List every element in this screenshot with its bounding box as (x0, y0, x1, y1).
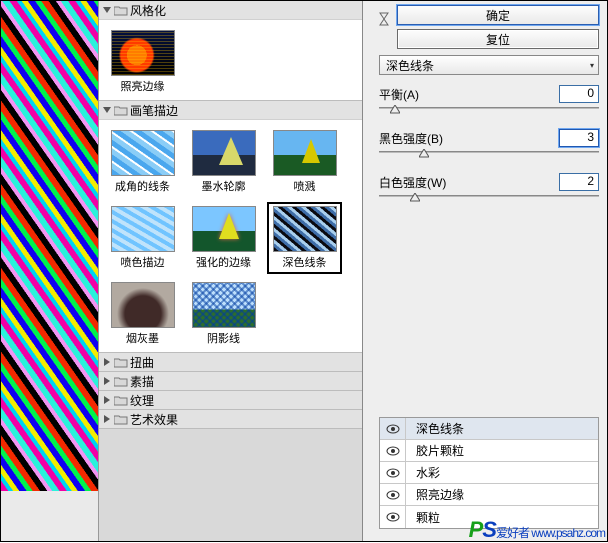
thumb-dark-strokes[interactable]: 深色线条 (267, 202, 342, 274)
eye-icon (386, 490, 400, 500)
slider-handle-icon (390, 105, 400, 115)
layer-name: 深色线条 (406, 420, 464, 437)
slider-black-intensity: 黑色强度(B) 3 (379, 129, 599, 163)
category-header-brush[interactable]: 画笔描边 (99, 101, 362, 119)
eye-icon (386, 446, 400, 456)
category-header-artistic[interactable]: 艺术效果 (99, 410, 362, 428)
category-header-sketch[interactable]: 素描 (99, 372, 362, 390)
thumb-label: 照亮边缘 (121, 78, 165, 94)
category-header-stylize[interactable]: 风格化 (99, 1, 362, 19)
folder-icon (114, 414, 128, 425)
effect-layers: 深色线条 胶片颗粒 水彩 照亮边缘 颗粒 (379, 417, 599, 529)
category-stylize: 风格化 照亮边缘 (99, 1, 362, 101)
chevron-right-icon (103, 396, 112, 405)
balance-input[interactable]: 0 (559, 85, 599, 103)
visibility-toggle[interactable] (380, 484, 406, 505)
chevron-right-icon (103, 377, 112, 386)
black-track[interactable] (379, 149, 599, 163)
slider-white-intensity: 白色强度(W) 2 (379, 173, 599, 207)
thumb-ink-outlines[interactable]: 墨水轮廓 (186, 126, 261, 198)
thumb-angled-strokes[interactable]: 成角的线条 (105, 126, 180, 198)
eye-icon (386, 424, 400, 434)
reset-button[interactable]: 复位 (397, 29, 599, 49)
ok-button[interactable]: 确定 (397, 5, 599, 25)
chevron-right-icon (103, 358, 112, 367)
chevron-down-icon (103, 6, 112, 15)
filter-gallery: 风格化 照亮边缘 画笔描边 成角的线条 墨水轮廓 喷溅 喷色描边 强化的边缘 (99, 1, 363, 541)
black-intensity-input[interactable]: 3 (559, 129, 599, 147)
category-brush-strokes: 画笔描边 成角的线条 墨水轮廓 喷溅 喷色描边 强化的边缘 深色线条 烟灰墨 阴… (99, 101, 362, 353)
visibility-toggle[interactable] (380, 440, 406, 461)
options-panel: 确定 复位 深色线条 ▾ 平衡(A) 0 黑色强度(B) 3 (375, 1, 607, 541)
chevron-right-icon (103, 415, 112, 424)
folder-icon (114, 105, 128, 116)
folder-icon (114, 395, 128, 406)
category-label: 风格化 (130, 2, 166, 19)
slider-balance: 平衡(A) 0 (379, 85, 599, 119)
filter-select[interactable]: 深色线条 ▾ (379, 55, 599, 75)
layer-row[interactable]: 胶片颗粒 (380, 440, 598, 462)
slider-label: 白色强度(W) (379, 174, 446, 191)
folder-icon (114, 5, 128, 16)
folder-icon (114, 376, 128, 387)
layer-row[interactable]: 水彩 (380, 462, 598, 484)
thumb-accented-edges[interactable]: 强化的边缘 (186, 202, 261, 274)
thumb-sumi-e[interactable]: 烟灰墨 (105, 278, 180, 350)
white-intensity-input[interactable]: 2 (559, 173, 599, 191)
filter-select-value: 深色线条 (386, 57, 434, 74)
slider-handle-icon (419, 149, 429, 159)
watermark: PS爱好者 www.psahz.com (469, 517, 605, 543)
slider-label: 黑色强度(B) (379, 130, 443, 147)
slider-handle-icon (410, 193, 420, 203)
eye-icon (386, 468, 400, 478)
thumb-image (111, 30, 175, 76)
visibility-toggle[interactable] (380, 506, 406, 528)
panel-collapse-icon[interactable] (379, 5, 393, 32)
eye-icon (386, 512, 400, 522)
chevron-down-icon (103, 106, 112, 115)
thumb-spatter[interactable]: 喷溅 (267, 126, 342, 198)
preview-image (1, 1, 98, 491)
category-label: 画笔描边 (130, 102, 178, 119)
chevron-down-icon: ▾ (590, 61, 594, 70)
thumb-crosshatch[interactable]: 阴影线 (186, 278, 261, 350)
layer-name: 胶片颗粒 (406, 442, 464, 459)
layer-row[interactable]: 照亮边缘 (380, 484, 598, 506)
slider-label: 平衡(A) (379, 86, 419, 103)
layer-name: 颗粒 (406, 509, 440, 526)
layer-name: 水彩 (406, 464, 440, 481)
category-header-texture[interactable]: 纹理 (99, 391, 362, 409)
preview-pane (1, 1, 99, 541)
thumb-sprayed-strokes[interactable]: 喷色描边 (105, 202, 180, 274)
category-header-distort[interactable]: 扭曲 (99, 353, 362, 371)
balance-track[interactable] (379, 105, 599, 119)
white-track[interactable] (379, 193, 599, 207)
layer-row[interactable]: 深色线条 (380, 418, 598, 440)
thumb-glowing-edges[interactable]: 照亮边缘 (105, 26, 180, 98)
visibility-toggle[interactable] (380, 462, 406, 483)
folder-icon (114, 357, 128, 368)
visibility-toggle[interactable] (380, 418, 406, 439)
layer-name: 照亮边缘 (406, 486, 464, 503)
